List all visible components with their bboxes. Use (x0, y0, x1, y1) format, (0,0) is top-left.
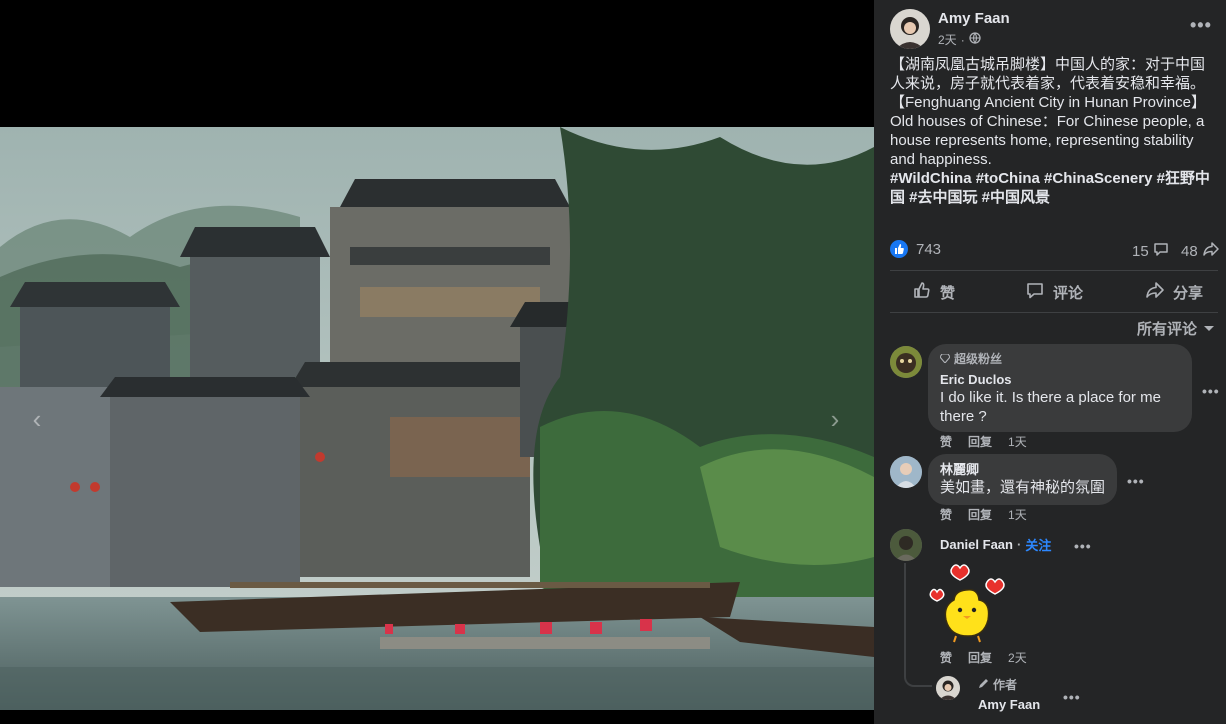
reply-more-options-icon[interactable]: ••• (1063, 690, 1081, 704)
comment-bubble: 林麗卿 美如畫，還有神秘的氛圍 (928, 454, 1117, 505)
like-button[interactable]: 赞 (912, 281, 955, 303)
commenter-avatar[interactable] (890, 529, 922, 561)
post-time[interactable]: 2天 (938, 31, 957, 48)
reply-thread-line (904, 563, 932, 687)
comment-author[interactable]: 林麗卿 (940, 461, 1105, 478)
author-badge-label: 作者 (993, 678, 1018, 692)
post-meta: 2天 · (938, 31, 981, 48)
author-avatar[interactable] (890, 9, 930, 49)
comments-count: 15 (1132, 242, 1149, 260)
comment-author-row: Daniel Faan · 关注 (940, 535, 1051, 554)
follow-link[interactable]: 关注 (1025, 535, 1051, 554)
comment-bubble-icon (1153, 241, 1169, 261)
like-reaction-icon (890, 240, 908, 258)
comment-like-link[interactable]: 赞 (940, 506, 952, 523)
comment-more-options-icon[interactable]: ••• (1127, 474, 1145, 488)
pencil-icon (978, 678, 989, 692)
comment-like-link[interactable]: 赞 (940, 649, 952, 666)
reactions-summary[interactable]: 743 (890, 240, 941, 258)
share-button[interactable]: 分享 (1145, 281, 1203, 303)
reactions-count: 743 (916, 240, 942, 258)
reply-author-avatar[interactable] (936, 676, 960, 700)
comment-sort-dropdown[interactable]: 所有评论 (1137, 318, 1215, 339)
commenter-avatar[interactable] (890, 346, 922, 378)
globe-icon (969, 32, 981, 47)
like-button-label: 赞 (940, 284, 956, 302)
comment-sort-label: 所有评论 (1137, 321, 1198, 338)
thumbs-up-icon (912, 280, 932, 304)
previous-photo-icon[interactable]: ‹ (22, 404, 52, 434)
shares-count: 48 (1181, 242, 1198, 260)
commenter-avatar[interactable] (890, 456, 922, 488)
comment-actions: 赞 回复 1天 (940, 506, 1027, 523)
comment-icon (1025, 280, 1045, 304)
comment-author[interactable]: Eric Duclos (940, 371, 1180, 388)
comment-button-label: 评论 (1053, 284, 1084, 302)
post-body: 【湖南凤凰古城吊脚楼】中国人的家：对于中国人来说，房子就代表着家，代表着安稳和幸… (890, 55, 1215, 207)
comment-reply-link[interactable]: 回复 (968, 649, 992, 666)
shares-count-link[interactable]: 48 (1181, 241, 1220, 261)
reply-author-name[interactable]: Amy Faan (978, 696, 1040, 713)
post-author-name[interactable]: Amy Faan (938, 10, 1010, 27)
author-follow-separator: · (1016, 537, 1022, 552)
comment-bubble: 超级粉丝 Eric Duclos I do like it. Is there … (928, 344, 1192, 432)
actions-bottom-divider (890, 312, 1218, 313)
post-side-panel: Amy Faan 2天 · ••• 【湖南凤凰古城吊脚楼】中国人的家：对于中国人… (874, 0, 1226, 724)
diamond-icon (939, 351, 951, 367)
comment-like-link[interactable]: 赞 (940, 433, 952, 450)
share-arrow-icon (1202, 241, 1220, 261)
share-icon (1145, 280, 1165, 304)
post-more-options-icon[interactable]: ••• (1190, 16, 1212, 34)
post-text-en: 【Fenghuang Ancient City in Hunan Provinc… (890, 94, 1207, 168)
comment-more-options-icon[interactable]: ••• (1074, 539, 1092, 553)
comment-button[interactable]: 评论 (1025, 281, 1083, 303)
share-button-label: 分享 (1173, 284, 1204, 302)
comment-time[interactable]: 1天 (1008, 506, 1027, 523)
caret-down-icon (1203, 320, 1215, 337)
post-text-zh: 【湖南凤凰古城吊脚楼】中国人的家：对于中国人来说，房子就代表着家，代表着安稳和幸… (890, 56, 1206, 92)
comment-author[interactable]: Daniel Faan (940, 537, 1013, 552)
comment-text: I do like it. Is there a place for me th… (940, 389, 1161, 425)
post-hashtags[interactable]: #WildChina #toChina #ChinaScenery #狂野中国 … (890, 169, 1215, 207)
chick-hearts-sticker (928, 562, 1008, 644)
actions-top-divider (890, 270, 1218, 271)
comment-text: 美如畫，還有神秘的氛圍 (940, 479, 1106, 496)
comments-count-link[interactable]: 15 (1132, 241, 1169, 261)
comment-reply-link[interactable]: 回复 (968, 433, 992, 450)
comment-more-options-icon[interactable]: ••• (1202, 384, 1220, 398)
comment-time[interactable]: 1天 (1008, 433, 1027, 450)
author-badge: 作者 (978, 676, 1017, 693)
top-fan-badge: 超级粉丝 (939, 351, 1180, 367)
comment-actions: 赞 回复 1天 (940, 433, 1027, 450)
photo-viewer: ‹ › (0, 0, 874, 724)
next-photo-icon[interactable]: › (820, 404, 850, 434)
comment-actions: 赞 回复 2天 (940, 649, 1027, 666)
post-photo (0, 127, 874, 710)
comment-time[interactable]: 2天 (1008, 649, 1027, 666)
comment-reply-link[interactable]: 回复 (968, 506, 992, 523)
meta-separator: · (960, 32, 965, 47)
top-fan-label: 超级粉丝 (954, 352, 1003, 366)
